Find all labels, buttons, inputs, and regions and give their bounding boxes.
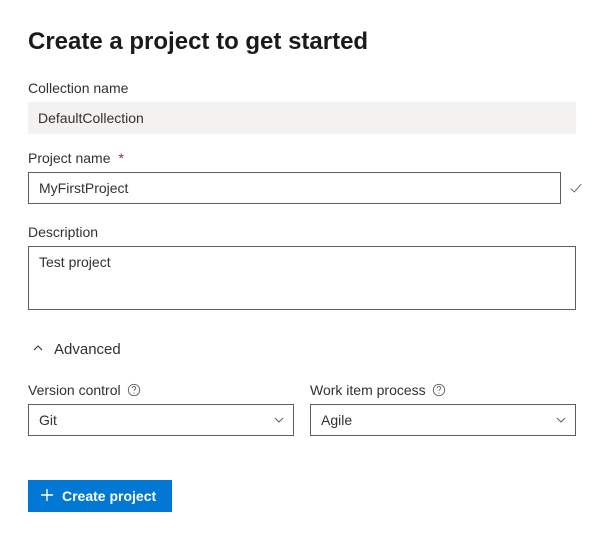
- project-name-label-text: Project name: [28, 150, 110, 166]
- project-name-label: Project name *: [28, 150, 583, 166]
- advanced-toggle[interactable]: Advanced: [32, 341, 583, 358]
- version-control-value: Git: [39, 410, 57, 430]
- required-indicator: *: [118, 150, 123, 166]
- version-control-select[interactable]: Git: [28, 404, 294, 436]
- help-icon[interactable]: [127, 383, 141, 397]
- chevron-down-icon: [555, 414, 567, 426]
- create-project-button[interactable]: Create project: [28, 480, 172, 512]
- check-icon: [569, 181, 583, 195]
- version-control-label: Version control: [28, 382, 121, 398]
- advanced-label: Advanced: [54, 341, 121, 358]
- project-name-input[interactable]: [28, 172, 561, 204]
- work-item-process-value: Agile: [321, 410, 352, 430]
- work-item-process-label: Work item process: [310, 382, 426, 398]
- description-input[interactable]: [28, 246, 576, 310]
- help-icon[interactable]: [432, 383, 446, 397]
- collection-name-value: DefaultCollection: [28, 102, 576, 134]
- description-label: Description: [28, 224, 583, 240]
- plus-icon: [40, 488, 54, 505]
- page-title: Create a project to get started: [28, 28, 583, 56]
- collection-name-label: Collection name: [28, 80, 583, 96]
- chevron-up-icon: [32, 341, 44, 358]
- create-project-label: Create project: [62, 488, 156, 504]
- work-item-process-select[interactable]: Agile: [310, 404, 576, 436]
- chevron-down-icon: [273, 414, 285, 426]
